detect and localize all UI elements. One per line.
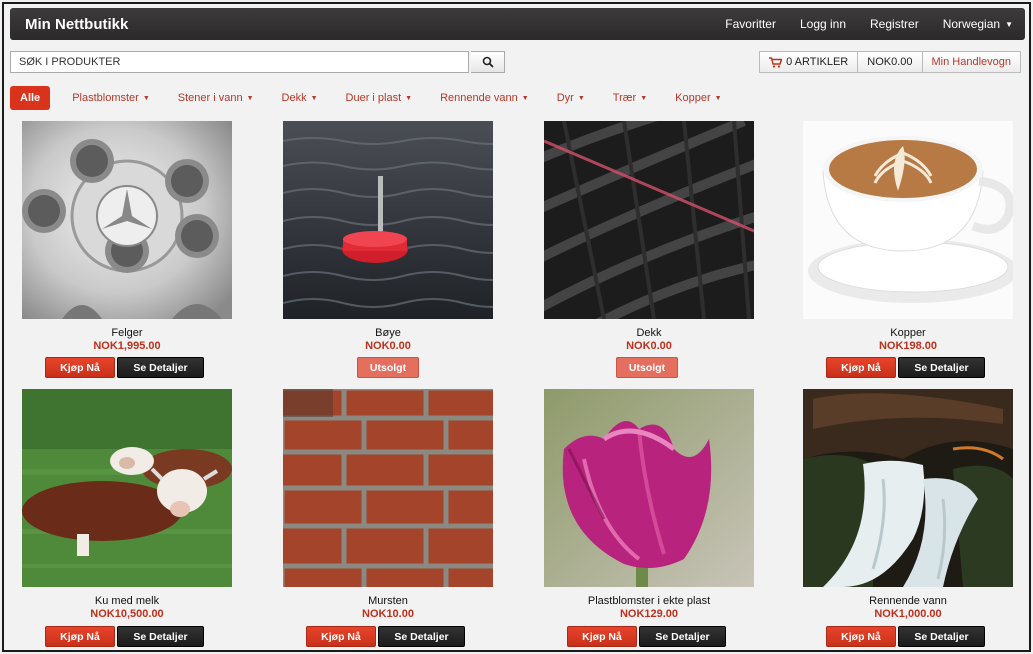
product-price: NOK10,500.00	[90, 608, 164, 620]
product-price: NOK0.00	[626, 340, 672, 352]
product-name[interactable]: Bøye	[283, 327, 493, 339]
product-name[interactable]: Ku med melk	[22, 595, 232, 607]
category-traer[interactable]: Trær ▼	[599, 86, 661, 110]
product-image-waterfall[interactable]	[803, 389, 1013, 587]
buy-now-button[interactable]: Kjøp Nå	[306, 626, 376, 647]
see-details-button[interactable]: Se Detaljer	[898, 626, 985, 647]
product-image-alloy-wheel[interactable]	[22, 121, 232, 319]
search-bar	[10, 51, 505, 73]
product-name[interactable]: Plastblomster i ekte plast	[544, 595, 754, 607]
nav-favorites-link[interactable]: Favoritter	[713, 17, 788, 31]
product-card: Mursten NOK10.00 Kjøp Nå Se Detaljer	[283, 389, 513, 650]
product-card: Kopper NOK198.00 Kjøp Nå Se Detaljer	[803, 121, 1029, 381]
see-details-button[interactable]: Se Detaljer	[117, 626, 204, 647]
see-details-button[interactable]: Se Detaljer	[378, 626, 465, 647]
caret-down-icon: ▼	[405, 94, 413, 102]
see-details-button[interactable]: Se Detaljer	[639, 626, 726, 647]
search-button[interactable]	[471, 51, 505, 73]
buy-now-button[interactable]: Kjøp Nå	[45, 626, 115, 647]
caret-down-icon: ▼	[142, 94, 150, 102]
nav-register-link[interactable]: Registrer	[858, 17, 931, 31]
product-image-latte-cup[interactable]	[803, 121, 1013, 319]
caret-down-icon: ▼	[577, 94, 585, 102]
category-plastblomster[interactable]: Plastblomster ▼	[58, 86, 164, 110]
category-kopper[interactable]: Kopper ▼	[661, 86, 735, 110]
product-image-cows[interactable]	[22, 389, 232, 587]
product-price: NOK1,000.00	[874, 608, 942, 620]
product-price: NOK10.00	[362, 608, 414, 620]
product-name[interactable]: Kopper	[803, 327, 1013, 339]
nav-login-link[interactable]: Logg inn	[788, 17, 858, 31]
category-rennende-vann[interactable]: Rennende vann ▼	[426, 86, 543, 110]
product-name[interactable]: Dekk	[544, 327, 754, 339]
product-image-buoy[interactable]	[283, 121, 493, 319]
sold-out-button[interactable]: Utsolgt	[616, 357, 678, 378]
category-duer-i-plast[interactable]: Duer i plast ▼	[332, 86, 427, 110]
product-card: Bøye NOK0.00 Utsolgt	[283, 121, 513, 381]
category-dyr[interactable]: Dyr ▼	[543, 86, 599, 110]
caret-down-icon: ▼	[640, 94, 648, 102]
product-price: NOK0.00	[365, 340, 411, 352]
product-image-tire-tread[interactable]	[544, 121, 754, 319]
top-navbar: Min Nettbutikk Favoritter Logg inn Regis…	[10, 8, 1025, 40]
product-card: Ku med melk NOK10,500.00 Kjøp Nå Se Deta…	[22, 389, 252, 650]
cart-items-label: 0 ARTIKLER	[786, 56, 849, 68]
category-all-button[interactable]: Alle	[10, 86, 51, 110]
product-card: Plastblomster i ekte plast NOK129.00 Kjø…	[544, 389, 774, 650]
product-price: NOK1,995.00	[93, 340, 161, 352]
product-image-brick-wall[interactable]	[283, 389, 493, 587]
caret-down-icon: ▼	[310, 94, 318, 102]
caret-down-icon: ▼	[521, 94, 529, 102]
category-bar: Alle Plastblomster ▼ Stener i vann ▼ Dekk ▼…	[10, 86, 736, 110]
cart-items-button[interactable]: 0 ARTIKLER	[759, 51, 859, 73]
product-price: NOK129.00	[619, 608, 679, 620]
see-details-button[interactable]: Se Detaljer	[117, 357, 204, 378]
category-stener-i-vann[interactable]: Stener i vann ▼	[164, 86, 268, 110]
cart-summary: 0 ARTIKLER NOK0.00 Min Handlevogn	[759, 51, 1021, 73]
caret-down-icon: ▼	[1005, 19, 1013, 29]
cart-total[interactable]: NOK0.00	[858, 51, 923, 73]
caret-down-icon: ▼	[714, 94, 722, 102]
product-card: Rennende vann NOK1,000.00 Kjøp Nå Se Det…	[803, 389, 1029, 650]
page-frame: Min Nettbutikk Favoritter Logg inn Regis…	[2, 2, 1031, 652]
category-dekk[interactable]: Dekk ▼	[268, 86, 332, 110]
product-image-purple-tulip[interactable]	[544, 389, 754, 587]
product-name[interactable]: Felger	[22, 327, 232, 339]
product-name[interactable]: Mursten	[283, 595, 493, 607]
language-dropdown[interactable]: Norwegian ▼	[931, 17, 1025, 31]
caret-down-icon: ▼	[246, 94, 254, 102]
top-nav-links: Favoritter Logg inn Registrer Norwegian ▼	[713, 8, 1025, 40]
search-input[interactable]	[10, 51, 469, 73]
buy-now-button[interactable]: Kjøp Nå	[567, 626, 637, 647]
product-card: Felger NOK1,995.00 Kjøp Nå Se Detaljer	[22, 121, 252, 381]
product-price: NOK198.00	[878, 340, 938, 352]
my-cart-link[interactable]: Min Handlevogn	[922, 51, 1021, 73]
buy-now-button[interactable]: Kjøp Nå	[826, 357, 896, 378]
search-icon	[482, 56, 494, 68]
shopping-cart-icon	[769, 56, 783, 68]
brand-title[interactable]: Min Nettbutikk	[25, 16, 128, 33]
see-details-button[interactable]: Se Detaljer	[898, 357, 985, 378]
sold-out-button[interactable]: Utsolgt	[357, 357, 419, 378]
product-name[interactable]: Rennende vann	[803, 595, 1013, 607]
product-card: Dekk NOK0.00 Utsolgt	[544, 121, 774, 381]
buy-now-button[interactable]: Kjøp Nå	[826, 626, 896, 647]
buy-now-button[interactable]: Kjøp Nå	[45, 357, 115, 378]
